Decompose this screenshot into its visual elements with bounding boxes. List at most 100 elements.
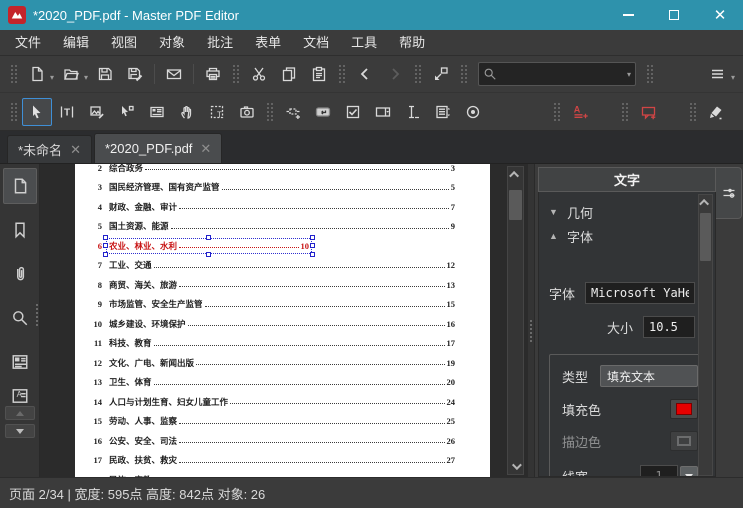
radio-button-field-tool-button[interactable] — [458, 98, 488, 126]
selection-handle[interactable] — [103, 251, 108, 257]
minimize-button[interactable] — [605, 0, 651, 30]
page-thumbnails-panel-button[interactable] — [2, 168, 37, 204]
main-menu-button[interactable] — [703, 60, 733, 88]
tab-2020-pdf[interactable]: *2020_PDF.pdf ✕ — [93, 133, 223, 163]
menu-item[interactable]: 对象 — [148, 30, 196, 55]
edit-image-tool-button[interactable] — [82, 98, 112, 126]
cut-button[interactable] — [244, 60, 274, 88]
scroll-down-icon[interactable] — [508, 459, 523, 474]
toolbar-grip[interactable] — [267, 102, 273, 121]
add-callout-annotation-button[interactable] — [633, 98, 663, 126]
panel-scrollbar[interactable] — [698, 194, 713, 476]
forward-button[interactable] — [380, 60, 410, 88]
toc-row[interactable]: 3 国民经济管理、国有资产监管 5 — [79, 178, 458, 198]
sidebar-splitter[interactable] — [36, 304, 38, 306]
save-as-button[interactable] — [120, 60, 150, 88]
document-vertical-scrollbar[interactable] — [507, 166, 524, 475]
tab-untitled[interactable]: *未命名 ✕ — [7, 135, 92, 163]
open-file-dropdown-icon[interactable]: ▾ — [84, 73, 88, 82]
toolbar-grip[interactable] — [11, 102, 17, 121]
line-width-input[interactable] — [640, 465, 678, 476]
push-button-field-tool-button[interactable] — [308, 98, 338, 126]
toc-row[interactable]: 15 劳动、人事、监察 25 — [79, 412, 458, 432]
select-tool-button[interactable] — [22, 97, 52, 126]
menu-item[interactable]: 文件 — [4, 30, 52, 55]
line-width-dropdown-button[interactable] — [680, 466, 698, 476]
menu-item[interactable]: 帮助 — [388, 30, 436, 55]
tab-close-icon[interactable]: ✕ — [200, 142, 211, 155]
selection-handle[interactable] — [103, 242, 108, 248]
menu-item[interactable]: 视图 — [100, 30, 148, 55]
new-document-button[interactable] — [22, 60, 52, 88]
fill-color-swatch[interactable] — [670, 399, 698, 419]
toc-row[interactable]: 13 卫生、体育 20 — [79, 373, 458, 393]
toc-row[interactable]: 4 财政、金融、审计 7 — [79, 197, 458, 217]
bookmarks-panel-button[interactable] — [3, 212, 37, 248]
toolbar-grip[interactable] — [415, 65, 421, 83]
menu-item[interactable]: 表单 — [244, 30, 292, 55]
panel-scrollbar-thumb[interactable] — [700, 213, 711, 261]
menu-item[interactable]: 工具 — [340, 30, 388, 55]
properties-tab[interactable] — [716, 167, 742, 219]
save-button[interactable] — [90, 60, 120, 88]
search-panel-button[interactable] — [3, 300, 37, 336]
checkbox-field-tool-button[interactable] — [338, 98, 368, 126]
toc-row[interactable]: 18 民族、宗教 28 — [79, 470, 458, 477]
search-input[interactable] — [497, 67, 628, 81]
combobox-field-tool-button[interactable] — [368, 98, 398, 126]
toolbar-grip[interactable] — [233, 65, 239, 83]
copy-button[interactable] — [274, 60, 304, 88]
email-button[interactable] — [159, 60, 189, 88]
scroll-up-icon[interactable] — [508, 167, 523, 182]
sidebar-scroll-down-button[interactable] — [4, 424, 35, 438]
font-size-input[interactable] — [643, 316, 695, 338]
open-file-button[interactable] — [56, 60, 86, 88]
back-button[interactable] — [350, 60, 380, 88]
print-button[interactable] — [198, 60, 228, 88]
selection-handle[interactable] — [310, 242, 315, 248]
font-name-input[interactable] — [585, 282, 695, 304]
toc-row[interactable]: 5 国土资源、能源 9 — [79, 217, 458, 237]
toolbar-grip[interactable] — [339, 65, 345, 83]
selection-handle[interactable] — [103, 234, 108, 240]
snapshot-tool-button[interactable] — [232, 98, 262, 126]
toc-row[interactable]: 9 市场监管、安全生产监管 15 — [79, 295, 458, 315]
edit-text-tool-button[interactable]: T — [52, 98, 82, 126]
close-button[interactable]: ✕ — [697, 0, 743, 30]
tab-close-icon[interactable]: ✕ — [70, 143, 81, 156]
toc-row[interactable]: 17 民政、扶贫、救灾 27 — [79, 451, 458, 471]
panel-scroll-up-icon[interactable] — [698, 195, 713, 209]
section-font[interactable]: ▲ 字体 — [549, 224, 695, 248]
menu-item[interactable]: 编辑 — [52, 30, 100, 55]
selection-handle[interactable] — [310, 234, 315, 240]
toc-row[interactable]: 14 人口与计划生育、妇女儿童工作 24 — [79, 392, 458, 412]
listbox-field-tool-button[interactable] — [428, 98, 458, 126]
main-menu-dropdown-icon[interactable]: ▾ — [731, 73, 735, 82]
scrollbar-thumb[interactable] — [509, 190, 522, 220]
search-dropdown-icon[interactable]: ▾ — [627, 70, 631, 79]
document-view[interactable]: 2 综合政务 3 3 国民经济管理、国有资产监管 5 4 财政、金融、审计 7 … — [40, 164, 528, 477]
toolbar-grip[interactable] — [622, 102, 628, 121]
hand-tool-button[interactable] — [172, 98, 202, 126]
form-fields-panel-button[interactable] — [3, 344, 37, 380]
maximize-button[interactable] — [651, 0, 697, 30]
highlighter-tool-button[interactable] — [701, 98, 731, 126]
attachments-panel-button[interactable] — [3, 256, 37, 292]
toc-row[interactable]: 2 综合政务 3 — [79, 164, 458, 178]
toc-row[interactable]: 16 公安、安全、司法 26 — [79, 431, 458, 451]
selection-handle[interactable] — [206, 234, 211, 240]
toc-row[interactable]: 10 城乡建设、环境保护 16 — [79, 314, 458, 334]
toc-row[interactable]: 8 商贸、海关、旅游 13 — [79, 275, 458, 295]
sidebar-scroll-up-button[interactable] — [4, 406, 35, 420]
new-document-dropdown-icon[interactable]: ▾ — [50, 73, 54, 82]
toolbar-grip[interactable] — [690, 102, 696, 121]
pdf-page[interactable]: 2 综合政务 3 3 国民经济管理、国有资产监管 5 4 财政、金融、审计 7 … — [75, 164, 490, 477]
edit-path-tool-button[interactable] — [112, 98, 142, 126]
toolbar-grip[interactable] — [11, 65, 17, 83]
fit-page-button[interactable] — [426, 60, 456, 88]
text-field-tool-button[interactable] — [398, 98, 428, 126]
selection-handle[interactable] — [206, 251, 211, 257]
toolbar-grip[interactable] — [647, 65, 653, 83]
section-geometry[interactable]: ▼ 几何 — [549, 200, 695, 224]
toc-row[interactable]: 12 文化、广电、新闻出版 19 — [79, 353, 458, 373]
